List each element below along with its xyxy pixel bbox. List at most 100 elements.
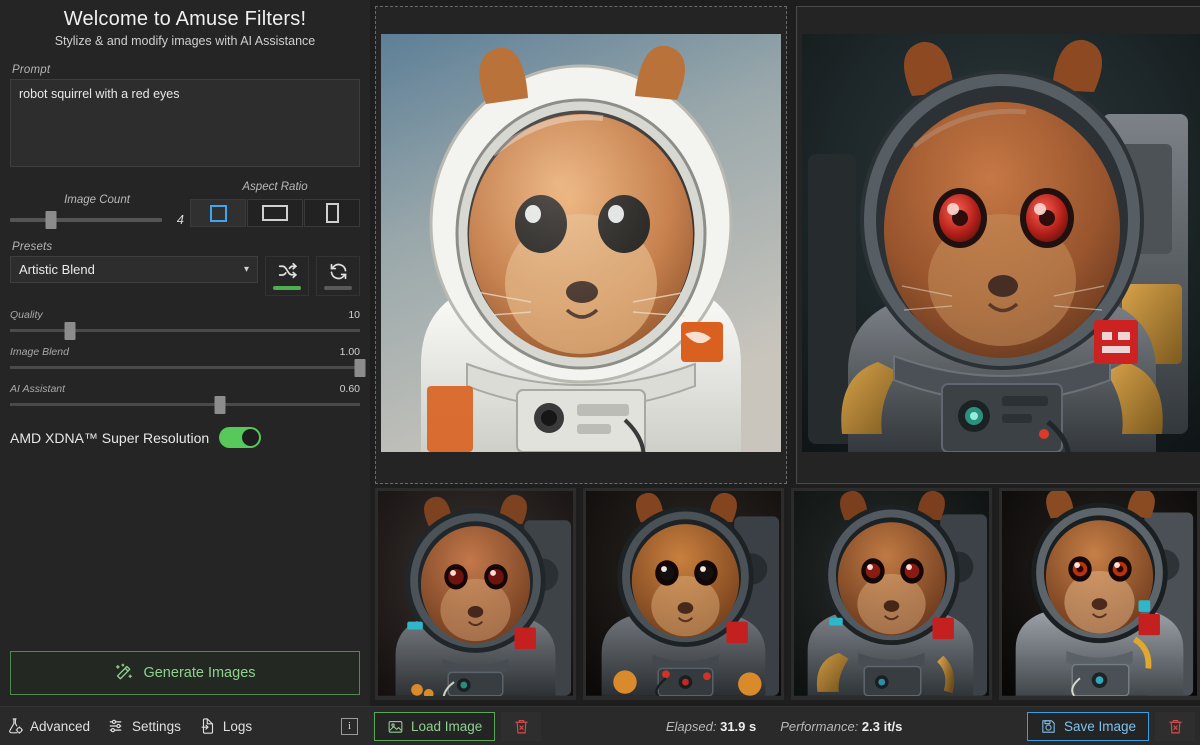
prompt-input[interactable]: robot squirrel with a red eyes <box>10 79 360 167</box>
performance-value: 2.3 it/s <box>861 718 903 734</box>
save-disk-icon <box>1042 719 1055 733</box>
info-button[interactable]: i <box>341 717 358 735</box>
content-area <box>370 0 1200 706</box>
main-preview-left[interactable] <box>375 6 787 484</box>
quality-track[interactable] <box>10 322 360 340</box>
main-preview-right-image[interactable] <box>802 34 1200 452</box>
ai-assistant-value: 0.60 <box>339 383 360 395</box>
presets-label: Presets <box>12 241 53 253</box>
status-bar-center: Load Image <box>370 711 542 741</box>
portrait-icon <box>325 203 339 223</box>
image-count-knob[interactable] <box>45 210 57 229</box>
main-previews <box>370 0 1200 484</box>
image-count-group: Image Count 4 <box>10 194 184 229</box>
refresh-preset-button[interactable] <box>316 256 360 296</box>
image-count-track[interactable] <box>10 210 162 229</box>
logs-button[interactable]: Logs <box>199 717 252 735</box>
elapsed-stat: Elapsed: 31.9 s <box>666 719 756 734</box>
thumbnail-strip <box>370 484 1200 706</box>
count-aspect-row: Image Count 4 Aspect Ratio <box>10 181 360 229</box>
image-blend-knob[interactable] <box>354 359 366 377</box>
page-subtitle: Stylize & and modify images with AI Assi… <box>54 34 316 48</box>
status-metrics: Elapsed: 31.9 s Performance: 2.3 it/s <box>666 719 903 734</box>
performance-label: Performance: <box>780 718 859 734</box>
ai-assistant-slider-group: AI Assistant 0.60 <box>10 383 360 414</box>
advanced-button[interactable]: Advanced <box>6 717 90 735</box>
astronaut-squirrel-artwork <box>381 34 781 452</box>
toggle-knob <box>242 429 260 446</box>
landscape-icon <box>262 205 288 221</box>
square-icon <box>209 204 227 222</box>
thumbnail-artwork <box>1002 491 1197 696</box>
image-count-slider[interactable]: 4 <box>10 210 184 229</box>
ai-assistant-knob[interactable] <box>214 396 226 414</box>
amuse-filters-window: Welcome to Amuse Filters! Stylize & and … <box>0 0 1200 745</box>
list-item[interactable] <box>791 488 992 700</box>
robot-squirrel-artwork <box>802 34 1200 452</box>
info-icon: i <box>347 720 352 732</box>
settings-label: Settings <box>132 718 181 734</box>
save-image-label: Save Image <box>1063 718 1136 734</box>
list-item[interactable] <box>999 488 1200 700</box>
chevron-down-icon: ▾ <box>243 264 249 275</box>
load-image-label: Load Image <box>411 718 483 734</box>
save-image-button[interactable]: Save Image <box>1026 711 1149 741</box>
main-body: Welcome to Amuse Filters! Stylize & and … <box>0 0 1200 706</box>
aspect-ratio-portrait-button[interactable] <box>304 199 360 227</box>
delete-output-button[interactable] <box>1155 711 1195 741</box>
thumbnail-artwork <box>794 491 989 696</box>
page-title: Welcome to Amuse Filters! <box>63 8 307 30</box>
elapsed-value: 31.9 s <box>720 718 757 734</box>
refresh-state-indicator <box>324 286 352 290</box>
aspect-ratio-landscape-button[interactable] <box>247 199 303 227</box>
aspect-ratio-buttons <box>190 199 360 227</box>
welcome-header: Welcome to Amuse Filters! Stylize & and … <box>10 0 360 48</box>
presets-row: Artistic Blend ▾ <box>10 256 360 296</box>
image-count-label: Image Count <box>64 194 130 206</box>
quality-slider[interactable] <box>10 322 360 340</box>
main-preview-right[interactable] <box>796 6 1200 484</box>
super-resolution-toggle[interactable] <box>219 427 262 448</box>
generate-images-label: Generate Images <box>143 665 256 681</box>
trash-icon <box>515 719 528 733</box>
aspect-ratio-label: Aspect Ratio <box>242 181 308 193</box>
sliders-icon <box>109 719 122 733</box>
image-icon <box>388 720 403 733</box>
preset-selected-value: Artistic Blend <box>19 262 95 277</box>
preset-dropdown[interactable]: Artistic Blend ▾ <box>10 256 258 283</box>
ai-assistant-label: AI Assistant <box>10 383 66 395</box>
elapsed-label: Elapsed: <box>665 718 717 734</box>
settings-button[interactable]: Settings <box>108 717 181 735</box>
ai-assistant-slider[interactable] <box>10 396 360 414</box>
status-bar: Advanced Settings Logs i Load Image Elap… <box>0 706 1200 745</box>
list-item[interactable] <box>375 488 576 700</box>
log-file-icon <box>201 718 213 734</box>
load-image-button[interactable]: Load Image <box>374 711 496 741</box>
aspect-ratio-group: Aspect Ratio <box>190 181 360 227</box>
sidebar: Welcome to Amuse Filters! Stylize & and … <box>0 0 370 706</box>
thumbnail-artwork <box>586 491 781 696</box>
aspect-ratio-square-button[interactable] <box>190 199 246 227</box>
super-resolution-row: AMD XDNA™ Super Resolution <box>10 427 360 448</box>
image-blend-value: 1.00 <box>339 346 360 358</box>
ai-assistant-track[interactable] <box>10 396 360 414</box>
list-item[interactable] <box>583 488 784 700</box>
super-resolution-label: AMD XDNA™ Super Resolution <box>10 429 210 446</box>
clear-input-button[interactable] <box>501 711 542 741</box>
image-blend-slider[interactable] <box>10 359 366 377</box>
status-bar-left: Advanced Settings Logs i <box>0 717 370 735</box>
quality-knob[interactable] <box>64 322 75 340</box>
thumbnail-artwork <box>378 491 573 696</box>
shuffle-preset-button[interactable] <box>265 256 309 296</box>
quality-slider-group: Quality 10 <box>10 309 360 340</box>
logs-label: Logs <box>222 718 253 734</box>
prompt-label: Prompt <box>12 64 51 76</box>
generate-images-button[interactable]: Generate Images <box>10 651 360 695</box>
image-blend-track[interactable] <box>10 359 366 377</box>
main-preview-left-image[interactable] <box>381 34 781 452</box>
magic-wand-icon <box>116 663 133 680</box>
shuffle-icon <box>278 262 297 279</box>
shuffle-state-indicator <box>273 286 301 290</box>
quality-value: 10 <box>348 309 360 321</box>
